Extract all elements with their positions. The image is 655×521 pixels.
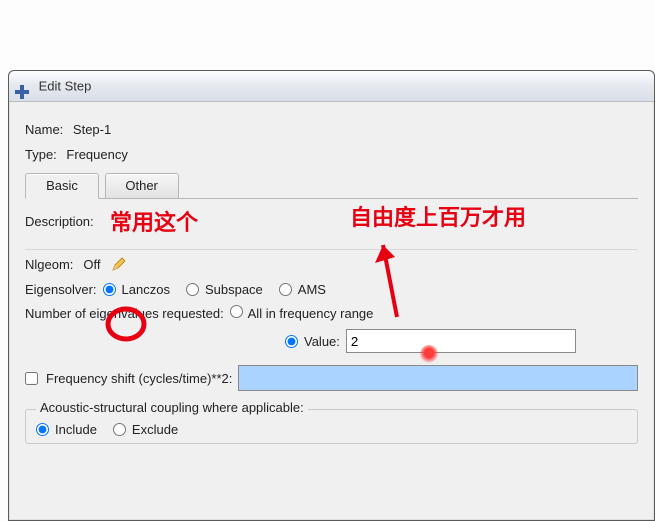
nlgeom-row: Nlgeom: Off [25,256,638,272]
acoustic-include-radio[interactable] [36,423,49,436]
nlgeom-label: Nlgeom: [25,257,73,272]
eigensolver-subspace[interactable]: Subspace [186,282,263,297]
description-label: Description: [25,214,94,229]
dialog-body: Name: Step-1 Type: Frequency Basic Other… [9,102,654,444]
num-eigen-all-radio[interactable] [230,305,243,318]
acoustic-options-row: Include Exclude [36,422,627,437]
tab-other[interactable]: Other [105,173,179,198]
eigensolver-ams-radio[interactable] [279,283,292,296]
tab-strip: Basic Other [25,172,638,199]
acoustic-group-title: Acoustic-structural coupling where appli… [36,401,308,415]
basic-panel: Description: Nlgeom: Off Eigensolver: La… [25,199,638,444]
tab-basic[interactable]: Basic [25,173,99,199]
freq-shift-label: Frequency shift (cycles/time)**2: [46,371,232,386]
num-eigen-all[interactable]: All in frequency range [230,305,374,321]
window-title: Edit Step [39,79,92,94]
name-value: Step-1 [73,122,111,137]
freq-shift-input[interactable] [238,365,638,391]
num-eigen-value-option[interactable]: Value: [285,334,340,349]
eigensolver-lanczos-radio[interactable] [103,283,116,296]
description-input[interactable] [100,209,638,233]
num-eigen-value-radio[interactable] [285,335,298,348]
edit-step-dialog: Edit Step Name: Step-1 Type: Frequency B… [8,70,655,521]
edit-pencil-icon[interactable] [111,256,127,272]
num-eigen-value-row: Value: [25,329,638,353]
eigensolver-label: Eigensolver: [25,282,97,297]
eigensolver-ams[interactable]: AMS [279,282,326,297]
nlgeom-value: Off [83,257,100,272]
description-row: Description: [25,209,638,250]
screenshot-canvas: Edit Step Name: Step-1 Type: Frequency B… [0,0,655,521]
acoustic-include[interactable]: Include [36,422,97,437]
num-eigen-label: Number of eigenvalues requested: [25,306,224,321]
num-eigen-row: Number of eigenvalues requested: All in … [25,305,638,321]
eigensolver-lanczos[interactable]: Lanczos [103,282,170,297]
freq-shift-row: Frequency shift (cycles/time)**2: [25,365,638,391]
eigensolver-subspace-radio[interactable] [186,283,199,296]
acoustic-exclude[interactable]: Exclude [113,422,178,437]
acoustic-exclude-radio[interactable] [113,423,126,436]
freq-shift-checkbox[interactable] [25,372,38,385]
app-icon [15,80,29,94]
eigensolver-row: Eigensolver: Lanczos Subspace AMS [25,282,638,297]
title-bar[interactable]: Edit Step [9,71,654,102]
type-label: Type: [25,147,57,162]
num-eigen-value-input[interactable] [346,329,576,353]
type-row: Type: Frequency [25,147,638,162]
type-value: Frequency [66,147,127,162]
acoustic-group: Acoustic-structural coupling where appli… [25,409,638,444]
name-label: Name: [25,122,63,137]
annotation-highlight-dot-icon [420,345,438,363]
name-row: Name: Step-1 [25,122,638,137]
